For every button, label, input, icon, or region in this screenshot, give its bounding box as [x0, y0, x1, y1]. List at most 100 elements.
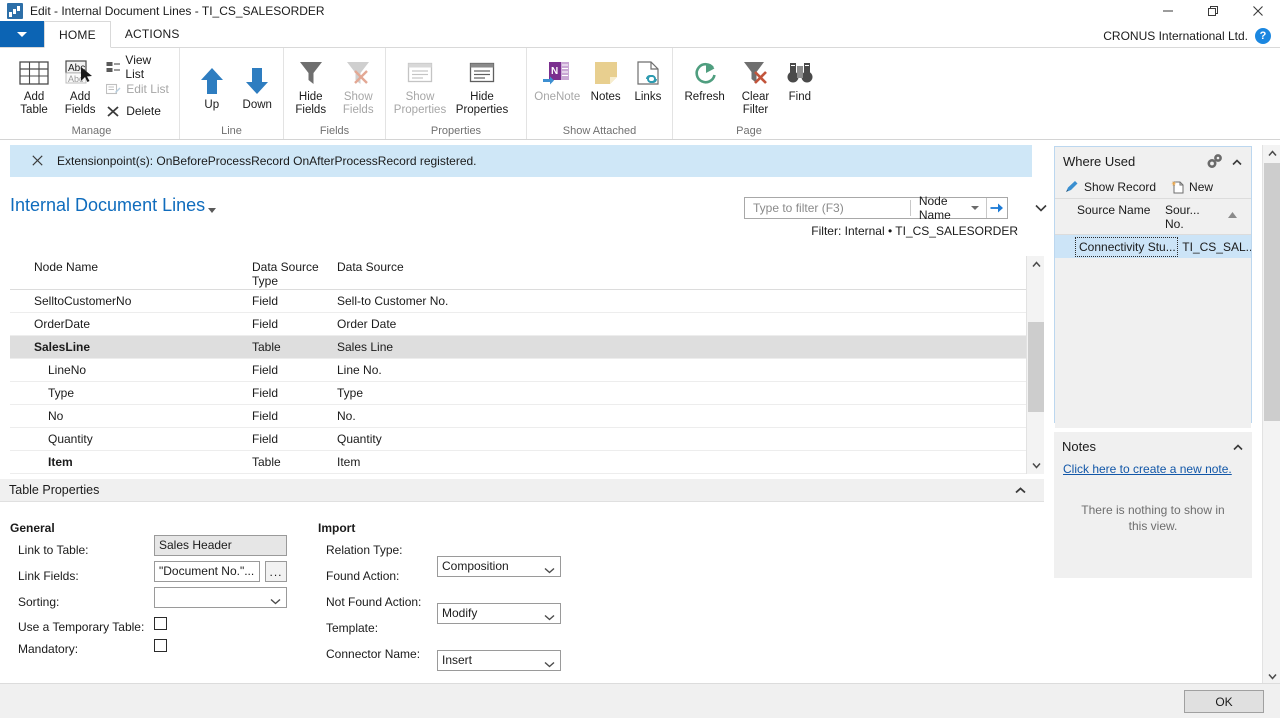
chevron-up-icon[interactable] [1015, 483, 1026, 497]
hide-properties-button[interactable]: Hide Properties [451, 52, 513, 117]
notes-icon [592, 55, 620, 91]
create-note-link[interactable]: Click here to create a new note. [1063, 462, 1252, 476]
grid-column-header-data-source[interactable]: Data Source [337, 260, 1032, 274]
view-list-button[interactable]: View List [103, 53, 176, 81]
maximize-button[interactable] [1190, 0, 1235, 22]
table-row-selected[interactable]: SalesLine Table Sales Line [10, 336, 1032, 359]
application-window: Edit - Internal Document Lines - TI_CS_S… [0, 0, 1280, 718]
show-record-button[interactable]: Show Record [1064, 180, 1156, 194]
tab-home[interactable]: HOME [44, 21, 111, 48]
find-button[interactable]: Find [778, 52, 822, 104]
table-row[interactable]: LineNo Field Line No. [10, 359, 1032, 382]
clear-filter-button[interactable]: Clear Filter [733, 52, 777, 117]
filter-input[interactable] [745, 198, 910, 218]
notes-title: Notes [1062, 438, 1096, 454]
scrollbar-thumb[interactable] [1264, 163, 1280, 421]
where-used-row-selected[interactable]: Connectivity Stu... TI_CS_SAL... [1055, 235, 1251, 258]
link-fields-field[interactable]: "Document No."... [154, 561, 260, 582]
chevron-down-icon[interactable] [970, 206, 979, 210]
use-temp-table-checkbox[interactable] [154, 617, 167, 630]
cell-node-name: SelltoCustomerNo [34, 294, 132, 308]
found-action-label: Found Action: [326, 569, 400, 583]
show-properties-button[interactable]: Show Properties [389, 52, 451, 117]
edit-list-button[interactable]: Edit List [103, 78, 176, 100]
clear-filter-icon [741, 55, 769, 91]
sorting-dropdown[interactable] [154, 587, 287, 608]
links-button[interactable]: Links [627, 52, 669, 104]
where-used-actions: Show Record New [1055, 175, 1251, 199]
cell-data-source-type: Table [252, 340, 281, 354]
chevron-up-icon[interactable] [1027, 256, 1045, 273]
table-row[interactable]: Item Table Item [10, 451, 1032, 474]
show-record-label: Show Record [1084, 179, 1157, 194]
found-action-value: Modify [442, 606, 478, 620]
chevron-down-icon[interactable] [1027, 457, 1045, 474]
hide-fields-label-line2: Fields [295, 104, 327, 116]
close-icon[interactable] [32, 154, 43, 169]
where-used-column-source-no[interactable]: Sour... No. [1165, 203, 1225, 234]
grid-column-header-data-source-type-line2: Type [252, 274, 279, 288]
not-found-action-dropdown[interactable]: Insert [437, 650, 561, 671]
up-button[interactable]: Up [189, 60, 235, 112]
refresh-button[interactable]: Refresh [676, 52, 733, 104]
cell-data-source: Line No. [337, 363, 382, 377]
link-fields-ellipsis-button[interactable]: ... [265, 561, 287, 582]
cell-node-name: Quantity [48, 432, 93, 446]
where-used-column-source-name[interactable]: Source Name [1055, 203, 1165, 234]
sidebar-vertical-scrollbar[interactable] [1262, 145, 1280, 685]
page-title-chevron-down-icon[interactable] [208, 208, 216, 213]
table-row[interactable]: No Field No. [10, 405, 1032, 428]
grid-column-header-node-name[interactable]: Node Name [10, 260, 252, 274]
add-table-button[interactable]: Add Table [11, 52, 57, 117]
view-list-icon [105, 59, 121, 76]
new-button[interactable]: New [1169, 180, 1213, 194]
chevron-up-icon[interactable] [1233, 440, 1243, 454]
chevron-up-icon[interactable] [1263, 145, 1280, 162]
where-used-column-source-no-line2: No. [1165, 217, 1184, 231]
filter-expand-chevron-down-icon[interactable] [1032, 199, 1050, 217]
notes-title-bar: Notes [1054, 432, 1252, 460]
page-header: Internal Document Lines Node Name Filter… [10, 194, 1047, 245]
use-temp-table-label: Use a Temporary Table: [18, 620, 145, 634]
tab-actions[interactable]: ACTIONS [111, 21, 194, 47]
add-fields-button[interactable]: Abc Abc Add Fields [57, 52, 103, 117]
table-row[interactable]: OrderDate Field Order Date [10, 313, 1032, 336]
show-properties-icon [406, 55, 434, 91]
hide-fields-button[interactable]: Hide Fields [287, 52, 335, 117]
show-fields-button[interactable]: Show Fields [335, 52, 383, 117]
grid-vertical-scrollbar[interactable] [1026, 256, 1044, 474]
ribbon-group-show-attached: N OneNote Notes Links Show Attached [527, 48, 673, 139]
delete-button[interactable]: Delete [103, 100, 176, 122]
table-row[interactable]: Quantity Field Quantity [10, 428, 1032, 451]
grid-column-header-data-source-type[interactable]: Data Source Type [252, 260, 337, 288]
ribbon-group-label-manage: Manage [71, 125, 112, 137]
table-row[interactable]: Type Field Type [10, 382, 1032, 405]
apply-filter-button[interactable] [985, 198, 1007, 218]
ribbon-group-label-properties: Properties [430, 125, 482, 137]
ok-button[interactable]: OK [1184, 690, 1264, 713]
chevron-up-icon[interactable] [1232, 155, 1242, 169]
links-label: Links [634, 91, 662, 103]
cell-node-name: No [48, 409, 64, 423]
table-row[interactable]: SelltoCustomerNo Field Sell-to Customer … [10, 290, 1032, 313]
minimize-button[interactable] [1145, 0, 1190, 22]
table-properties-header[interactable]: Table Properties [0, 479, 1044, 502]
ribbon-group-line: Up Down Line [180, 48, 284, 139]
quick-access-toolbar-button[interactable] [0, 21, 44, 47]
scrollbar-thumb[interactable] [1028, 322, 1044, 412]
clear-filter-label-line1: Clear [741, 91, 770, 103]
down-button[interactable]: Down [235, 60, 281, 112]
new-document-icon [1169, 180, 1185, 194]
notes-button[interactable]: Notes [585, 52, 627, 104]
found-action-dropdown[interactable]: Modify [437, 603, 561, 624]
onenote-button[interactable]: N OneNote [530, 52, 585, 104]
refresh-icon [691, 55, 719, 91]
help-icon[interactable]: ? [1255, 28, 1271, 44]
svg-text:N: N [551, 66, 558, 77]
hide-properties-icon [468, 55, 496, 91]
gears-icon[interactable] [1207, 154, 1223, 171]
close-button[interactable] [1235, 0, 1280, 22]
mandatory-checkbox[interactable] [154, 639, 167, 652]
relation-type-dropdown[interactable]: Composition [437, 556, 561, 577]
filter-field-value[interactable]: Node Name [911, 194, 971, 222]
